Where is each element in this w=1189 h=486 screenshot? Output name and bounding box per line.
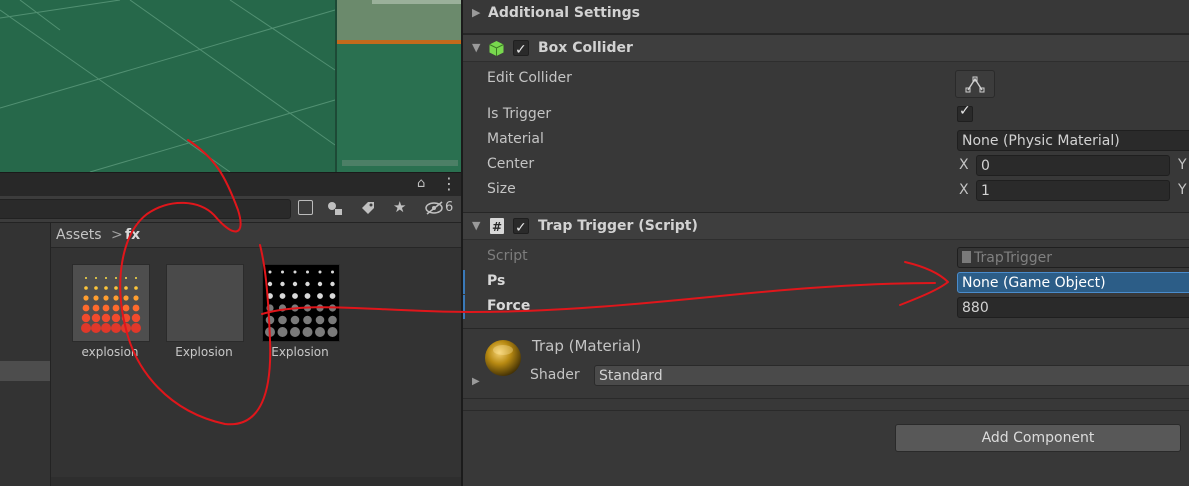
asset-thumbnail-explosion-texture[interactable] — [72, 264, 150, 342]
script-icon: # — [490, 218, 504, 234]
box-collider-icon — [489, 41, 504, 56]
foldout-expanded-icon[interactable]: ▼ — [472, 35, 480, 61]
force-field[interactable]: 880 — [957, 297, 1189, 318]
explosion-sheet-icon — [265, 270, 338, 337]
trap-trigger-header[interactable]: ▼ # ✓ Trap Trigger (Script) — [463, 212, 1189, 240]
box-collider-title: Box Collider — [538, 40, 633, 56]
additional-settings-foldout[interactable]: Additional Settings — [488, 5, 640, 21]
breadcrumb-folder[interactable]: fx — [125, 223, 140, 247]
folder-tree-selected-item[interactable] — [0, 361, 50, 381]
asset-label: explosion — [81, 345, 139, 359]
shader-label: Shader — [530, 367, 580, 383]
scene-view[interactable] — [0, 0, 461, 172]
is-trigger-checkbox[interactable]: ✓ — [957, 103, 973, 122]
scene-grid — [0, 0, 461, 172]
script-file-icon — [962, 251, 971, 263]
lock-icon[interactable]: ⌂ — [417, 176, 425, 191]
force-row-indicator — [463, 295, 465, 319]
project-folder-tree[interactable] — [0, 223, 51, 486]
size-label: Size — [487, 181, 516, 197]
project-search-row: ★ 6 — [0, 196, 461, 223]
divider — [463, 410, 1189, 411]
breadcrumb-separator: > — [111, 227, 123, 243]
label-tag-icon[interactable] — [360, 200, 376, 216]
edit-collider-icon — [965, 76, 985, 93]
script-object-field: TrapTrigger — [957, 247, 1189, 268]
search-by-type-icon[interactable] — [298, 200, 313, 215]
foldout-expanded-icon[interactable]: ▼ — [472, 213, 480, 239]
ps-row-indicator — [463, 270, 465, 294]
center-y-label: Y — [1178, 157, 1187, 173]
edit-collider-button[interactable] — [955, 70, 995, 98]
script-label: Script — [487, 248, 528, 264]
size-y-label: Y — [1178, 182, 1187, 198]
material-name: Trap (Material) — [532, 337, 642, 355]
more-menu-icon[interactable]: ⋮ — [441, 174, 457, 193]
box-collider-enabled-checkbox[interactable]: ✓ — [513, 40, 529, 58]
breadcrumb-root[interactable]: Assets — [56, 223, 102, 247]
hidden-count: 6 — [445, 200, 454, 215]
add-component-button[interactable]: Add Component — [895, 424, 1181, 452]
material-object-field[interactable]: None (Physic Material) — [957, 130, 1189, 151]
material-preview-sphere-icon — [485, 340, 521, 376]
ps-object-field[interactable]: None (Game Object) — [957, 272, 1189, 293]
trap-trigger-enabled-checkbox[interactable]: ✓ — [513, 218, 529, 236]
divider — [463, 328, 1189, 329]
center-x-label: X — [959, 157, 969, 173]
asset-label: Explosion — [271, 345, 329, 359]
asset-thumbnail-explosion-prefab[interactable] — [262, 264, 340, 342]
size-x-field[interactable]: 1 — [976, 180, 1170, 201]
favorite-star-icon[interactable]: ★ — [393, 198, 406, 216]
edit-collider-label: Edit Collider — [487, 70, 572, 86]
ps-label: Ps — [487, 273, 506, 289]
script-value: TrapTrigger — [974, 250, 1052, 266]
project-toolbar: ⌂ ⋮ — [0, 172, 461, 197]
divider — [463, 398, 1189, 399]
box-collider-header[interactable]: ▼ ✓ Box Collider — [463, 34, 1189, 62]
explosion-sprite-icon — [81, 277, 141, 333]
material-label: Material — [487, 131, 544, 147]
asset-label: Explosion — [175, 345, 233, 359]
is-trigger-label: Is Trigger — [487, 106, 552, 122]
center-label: Center — [487, 156, 535, 172]
search-input[interactable] — [0, 199, 291, 219]
breadcrumb: Assets > fx — [51, 223, 461, 248]
foldout-arrow-icon[interactable]: ▶ — [472, 6, 480, 19]
filter-by-type-icon[interactable] — [326, 200, 344, 217]
asset-thumbnail-explosion-material[interactable] — [166, 264, 244, 342]
force-label: Force — [487, 298, 531, 314]
size-x-label: X — [959, 182, 969, 198]
hidden-eye-icon[interactable] — [425, 201, 445, 215]
center-x-field[interactable]: 0 — [976, 155, 1170, 176]
shader-dropdown[interactable]: Standard — [594, 365, 1189, 386]
trap-trigger-title: Trap Trigger (Script) — [538, 218, 698, 234]
project-bottom-bar — [51, 477, 461, 486]
foldout-arrow-icon[interactable]: ▶ — [472, 376, 480, 387]
